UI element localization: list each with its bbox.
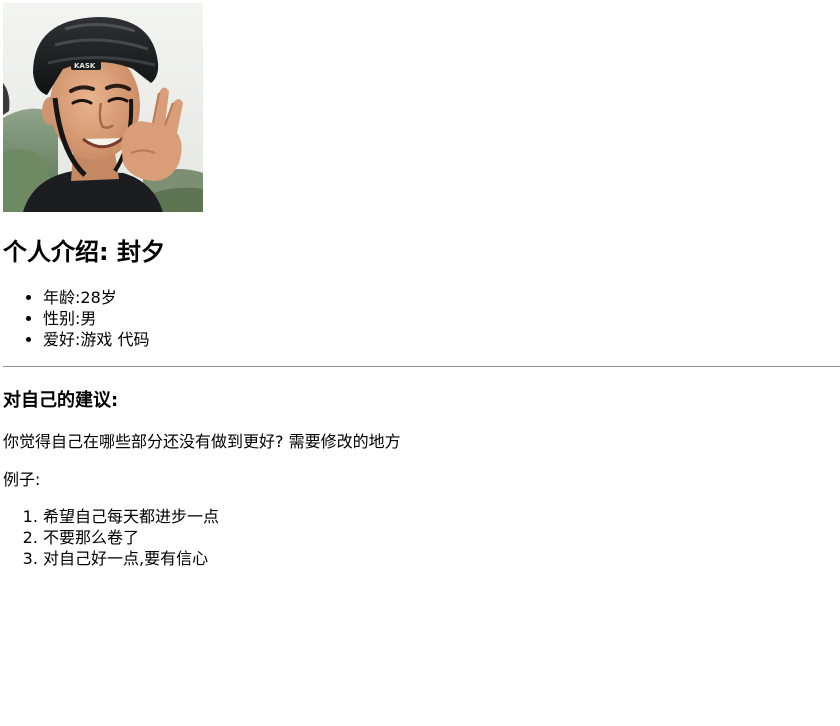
suggestions-heading: 对自己的建议: xyxy=(3,390,119,411)
profile-heading: 个人介绍: 封夕 xyxy=(3,238,165,266)
suggestions-list: 希望自己每天都进步一点 不要那么卷了 对自己好一点,要有信心 xyxy=(3,506,219,569)
profile-photo: KASK xyxy=(3,3,203,212)
helmet-logo: KASK xyxy=(74,62,96,70)
profile-gender: 性别:男 xyxy=(43,308,149,329)
profile-details-list: 年龄:28岁 性别:男 爱好:游戏 代码 xyxy=(3,287,149,350)
section-divider xyxy=(3,366,840,367)
suggestion-item: 不要那么卷了 xyxy=(43,527,219,548)
suggestions-question: 你觉得自己在哪些部分还没有做到更好? 需要修改的地方 xyxy=(3,432,401,451)
page: KASK 个人介绍: 封夕 年龄:28岁 性别:男 爱好:游戏 代码 对自己的建… xyxy=(0,0,840,726)
suggestion-item: 对自己好一点,要有信心 xyxy=(43,548,219,569)
suggestion-item: 希望自己每天都进步一点 xyxy=(43,506,219,527)
profile-age: 年龄:28岁 xyxy=(43,287,149,308)
example-label: 例子: xyxy=(3,470,41,489)
profile-hobbies: 爱好:游戏 代码 xyxy=(43,329,149,350)
